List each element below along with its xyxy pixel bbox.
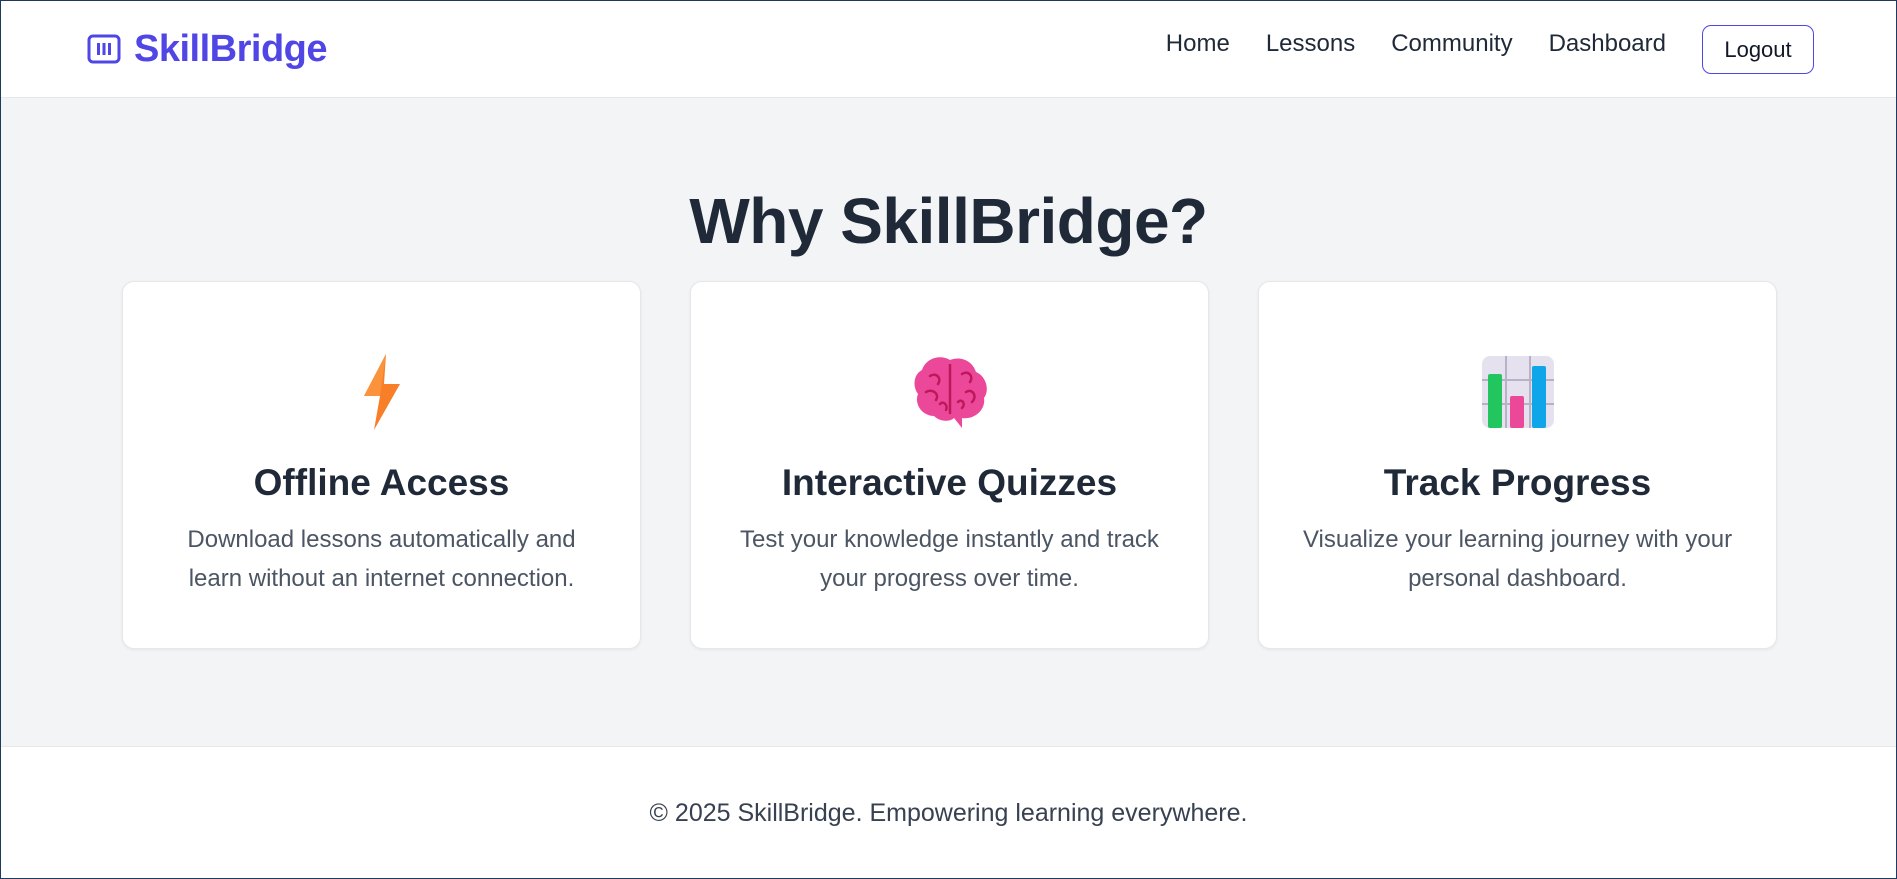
- lightning-bolt-icon: [363, 354, 400, 430]
- card-description: Download lessons automatically and learn…: [187, 526, 576, 592]
- features-section: Why SkillBridge? Offline Access Download…: [1, 98, 1896, 746]
- card-description: Visualize your learning journey with you…: [1302, 526, 1733, 592]
- feature-card-offline-access: Offline Access Download lessons automati…: [122, 281, 641, 649]
- logout-button[interactable]: Logout: [1702, 25, 1814, 74]
- site-header: SkillBridge Home Lessons Community Dashb…: [1, 1, 1896, 98]
- card-title: Offline Access: [253, 462, 510, 503]
- bar-chart-icon: [1481, 356, 1554, 428]
- brand-name: SkillBridge: [134, 27, 328, 70]
- card-description: Test your knowledge instantly and track …: [740, 526, 1159, 592]
- feature-card-interactive-quizzes: Interactive Quizzes Test your knowledge …: [690, 281, 1209, 649]
- nav-lessons[interactable]: Lessons: [1266, 28, 1355, 60]
- site-footer: © 2025 SkillBridge. Empowering learning …: [1, 746, 1896, 878]
- card-title: Interactive Quizzes: [781, 462, 1118, 503]
- main-nav: Home Lessons Community Dashboard: [1130, 28, 1666, 60]
- feature-card-track-progress: Track Progress Visualize your learning j…: [1258, 281, 1777, 649]
- card-title: Track Progress: [1383, 462, 1652, 503]
- brand-logo-link[interactable]: SkillBridge: [86, 27, 328, 71]
- brain-icon: [914, 357, 987, 428]
- nav-community[interactable]: Community: [1391, 28, 1512, 60]
- section-title: Why SkillBridge?: [689, 185, 1208, 257]
- footer-copyright: © 2025 SkillBridge. Empowering learning …: [649, 799, 1248, 827]
- nav-home[interactable]: Home: [1166, 28, 1230, 60]
- building-columns-icon: [87, 34, 121, 64]
- nav-dashboard[interactable]: Dashboard: [1549, 28, 1666, 60]
